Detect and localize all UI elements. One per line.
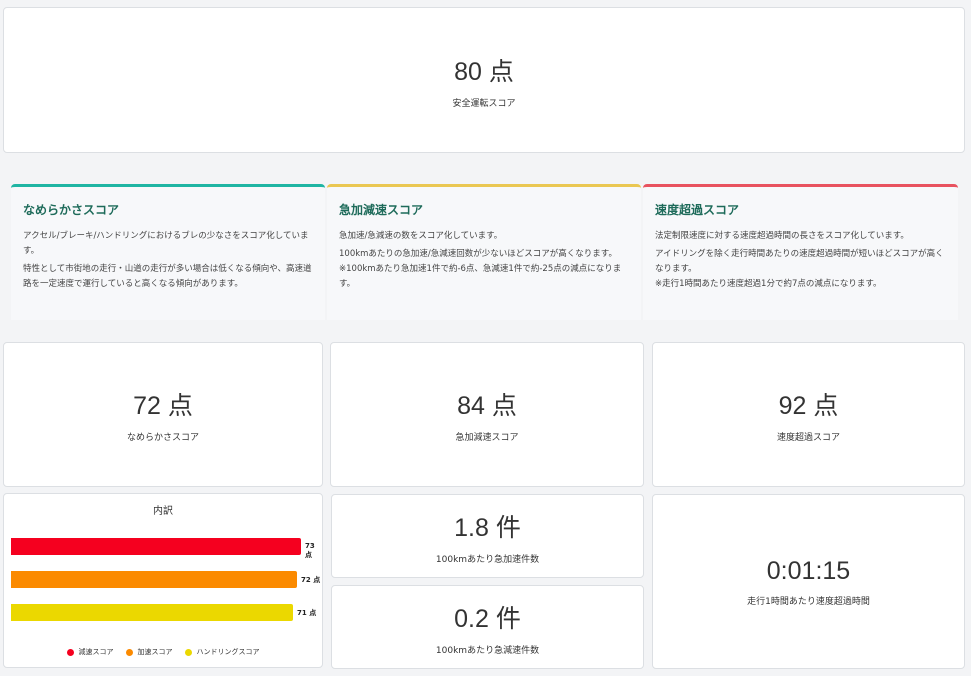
smoothness-score-card: 72 点 なめらかさスコア xyxy=(3,342,323,487)
desc-text: 急加速/急減速の数をスコア化しています。 xyxy=(339,231,503,241)
legend-item[interactable]: 加速スコア xyxy=(125,647,173,657)
desc-title: なめらかさスコア xyxy=(23,203,120,217)
desc-smoothness: なめらかさスコア アクセル/ブレーキ/ハンドリングにおけるブレの少なさをスコア化… xyxy=(11,184,325,320)
legend-item[interactable]: 減速スコア xyxy=(66,647,114,657)
metric-label: 100kmあたり急減速件数 xyxy=(435,645,540,656)
score-value: 84 点 xyxy=(457,392,517,420)
legend-dot-icon xyxy=(184,648,192,656)
bar-1 xyxy=(11,571,298,588)
total-score-card: 80 点 安全運転スコア xyxy=(3,7,965,153)
legend-item[interactable]: ハンドリングスコア xyxy=(184,647,260,657)
metric-label: 100kmあたり急加速件数 xyxy=(435,554,540,565)
score-value: 92 点 xyxy=(778,392,839,420)
breakdown-chart: 内訳 73 点 72 点 71 点 減速スコア 加速スコア ハンドリングスコア xyxy=(3,493,323,668)
desc-text: ※走行1時間あたり速度超過1分で約7点の減点になります。 xyxy=(655,279,882,289)
bar-label: 72 点 xyxy=(301,576,321,584)
desc-text: 法定制限速度に対する速度超過時間の長さをスコア化しています。 xyxy=(655,231,909,241)
metric-value: 0:01:15 xyxy=(766,556,851,585)
chart-title: 内訳 xyxy=(153,506,173,517)
total-score-value: 80 点 xyxy=(454,57,514,86)
legend-label: 加速スコア xyxy=(137,648,173,656)
score-label: 速度超過スコア xyxy=(776,433,840,443)
desc-speeding: 速度超過スコア 法定制限速度に対する速度超過時間の長さをスコア化しています。 ア… xyxy=(643,184,958,320)
desc-text: ※100kmあたり急加速1件で約-6点、急減速1件で約-25点の減点になります。 xyxy=(339,264,622,289)
score-value: 72 点 xyxy=(133,392,193,420)
metric-label: 走行1時間あたり速度超過時間 xyxy=(747,596,870,607)
speeding-score-card: 92 点 速度超過スコア xyxy=(652,342,965,487)
bar-label: 71 点 xyxy=(297,609,317,617)
desc-text: 特性として市街地の走行・山道の走行が多い場合は低くなる傾向や、高速道路を一定速度… xyxy=(23,264,312,289)
deceleration-count-card: 0.2 件 100kmあたり急減速件数 xyxy=(331,585,644,669)
speeding-time-card: 0:01:15 走行1時間あたり速度超過時間 xyxy=(652,494,965,669)
chart-legend: 減速スコア 加速スコア ハンドリングスコア xyxy=(4,647,322,657)
legend-dot-icon xyxy=(66,648,74,656)
bar-2 xyxy=(11,604,294,621)
acceleration-score-card: 84 点 急加減速スコア xyxy=(330,342,644,487)
desc-title: 急加減速スコア xyxy=(339,203,424,217)
desc-title: 速度超過スコア xyxy=(655,203,740,217)
acceleration-count-card: 1.8 件 100kmあたり急加速件数 xyxy=(331,494,644,578)
bar-label: 73 点 xyxy=(305,542,315,559)
legend-label: 減速スコア xyxy=(78,648,114,656)
bar-0 xyxy=(11,538,301,555)
metric-value: 0.2 件 xyxy=(454,604,521,633)
score-label: 急加減速スコア xyxy=(455,433,519,443)
legend-dot-icon xyxy=(125,648,133,656)
desc-acceleration: 急加減速スコア 急加速/急減速の数をスコア化しています。 100kmあたりの急加… xyxy=(327,184,641,320)
desc-text: 100kmあたりの急加速/急減速回数が少ないほどスコアが高くなります。 xyxy=(339,249,617,259)
total-score-label: 安全運転スコア xyxy=(452,98,516,109)
legend-label: ハンドリングスコア xyxy=(196,648,260,656)
desc-text: アクセル/ブレーキ/ハンドリングにおけるブレの少なさをスコア化しています。 xyxy=(23,231,309,256)
desc-text: アイドリングを除く走行時間あたりの速度超過時間が短いほどスコアが高くなります。 xyxy=(655,249,944,274)
score-label: なめらかさスコア xyxy=(126,433,199,443)
metric-value: 1.8 件 xyxy=(454,513,521,542)
